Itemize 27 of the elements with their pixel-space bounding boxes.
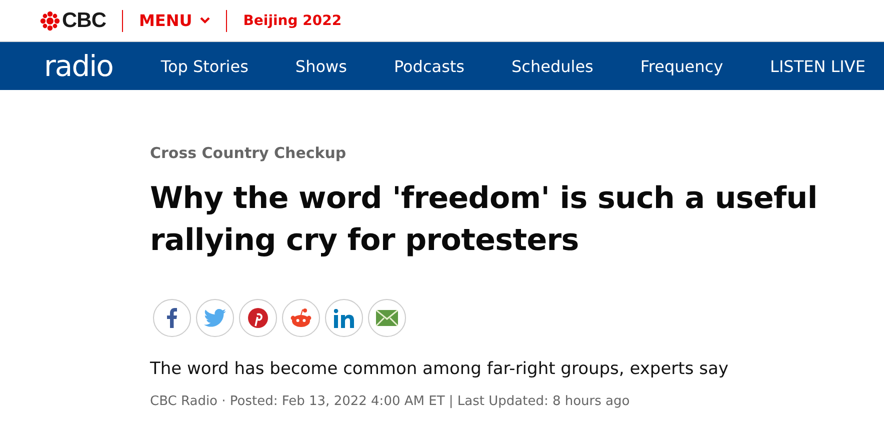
alien-icon bbox=[290, 308, 312, 328]
share-button[interactable] bbox=[282, 299, 320, 337]
nav-link[interactable]: Schedules bbox=[512, 56, 594, 76]
nav-link[interactable]: Podcasts bbox=[394, 56, 465, 76]
menu-button[interactable]: MENU bbox=[139, 11, 210, 30]
share-button[interactable] bbox=[153, 299, 191, 337]
share-button[interactable] bbox=[368, 299, 406, 337]
linkedin-icon bbox=[334, 308, 354, 328]
nav-link[interactable]: Top Stories bbox=[160, 56, 248, 76]
pinterest-icon bbox=[248, 308, 268, 328]
logo-text[interactable]: CBC bbox=[62, 8, 106, 32]
nav-link[interactable]: Shows bbox=[295, 56, 347, 76]
section-link[interactable]: Beijing 2022 bbox=[243, 12, 342, 28]
envelope-icon bbox=[376, 310, 398, 326]
kicker-link[interactable]: Cross Country Checkup bbox=[150, 144, 884, 162]
byline-text: CBC Radio · Posted: Feb 13, 2022 4:00 AM ET | Last Updated: 8 hours ago bbox=[150, 394, 631, 409]
deck-text: The word has become common among far-right groups, experts say bbox=[150, 359, 730, 379]
headline: Why the word 'freedom' is such a useful rallying cry for protesters bbox=[150, 180, 818, 260]
gem-icon bbox=[40, 10, 60, 30]
nav-link[interactable]: LISTEN LIVE bbox=[770, 56, 866, 76]
share-button[interactable] bbox=[325, 299, 363, 337]
share-button[interactable] bbox=[239, 299, 277, 337]
radio-logo[interactable]: radio bbox=[44, 49, 113, 83]
chevron-icon bbox=[200, 17, 210, 24]
facebook-icon bbox=[167, 308, 177, 328]
bird-icon bbox=[204, 309, 226, 327]
nav-link[interactable]: Frequency bbox=[640, 56, 724, 76]
